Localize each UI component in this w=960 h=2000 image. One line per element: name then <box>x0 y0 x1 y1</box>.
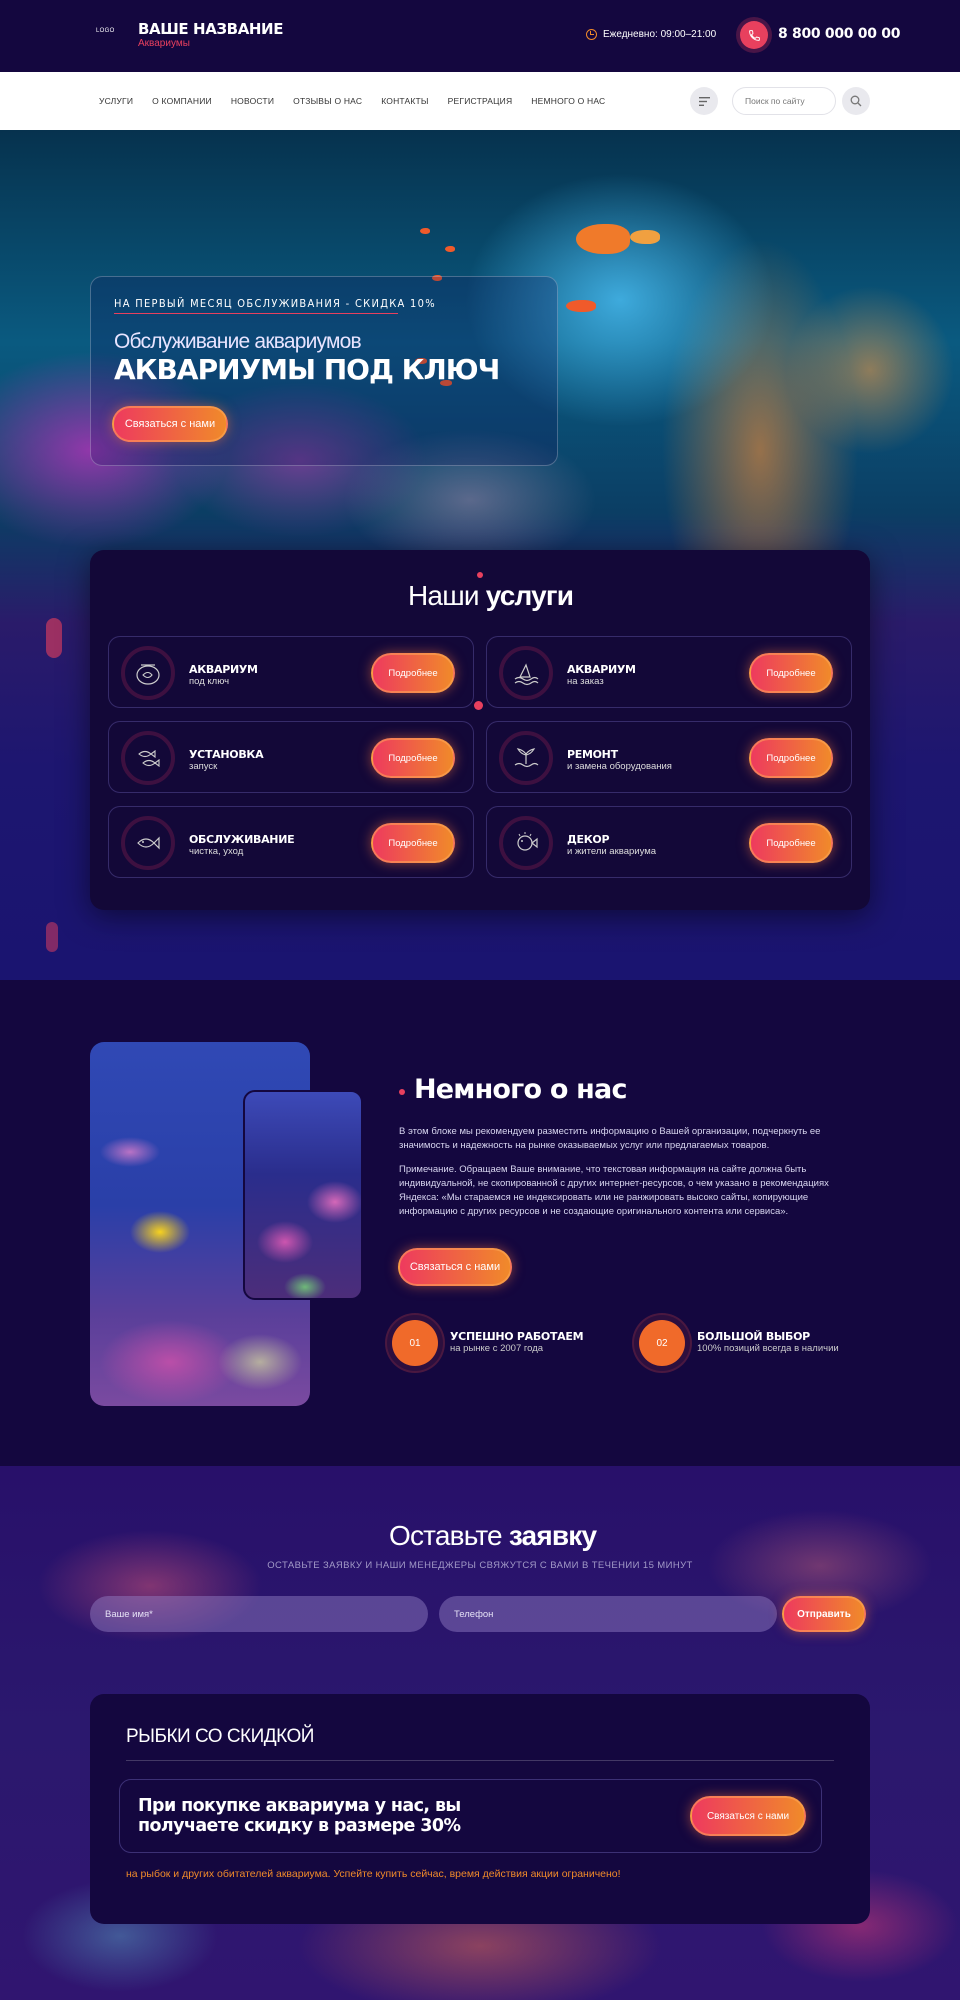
apply-subtitle: Оставьте заявку и наши менеджеры свяжутс… <box>267 1560 693 1571</box>
service-card[interactable]: АКВАРИУМ на заказ Подробнее <box>486 636 852 708</box>
nav-item-news[interactable]: Новости <box>231 96 274 106</box>
logo[interactable]: LOGO <box>96 28 120 34</box>
services-title: Наши услуги <box>408 580 574 612</box>
small-fish-decor <box>420 228 430 234</box>
small-fish-decor <box>566 300 596 312</box>
about-title: Немного о нас <box>414 1074 627 1105</box>
discount-title: РЫБКИ СО СКИДКОЙ <box>126 1726 314 1747</box>
whale-tail-icon <box>499 731 553 785</box>
discount-text: При покупке аквариума у нас, вы получает… <box>138 1796 461 1836</box>
divider <box>126 1760 834 1761</box>
clownfish-decor <box>576 224 630 254</box>
hero-promo: НА ПЕРВЫЙ МЕСЯЦ ОБСЛУЖИВАНИЯ - СКИДКА 10… <box>114 297 436 310</box>
nav-item-registration[interactable]: Регистрация <box>448 96 513 106</box>
search-icon[interactable] <box>842 87 870 115</box>
service-details-button[interactable]: Подробнее <box>371 823 455 863</box>
service-name: АКВАРИУМ <box>567 663 636 676</box>
service-name: РЕМОНТ <box>567 748 618 761</box>
site-subtitle: Аквариумы <box>138 38 190 49</box>
hero-title: АКВАРИУМЫ ПОД КЛЮЧ <box>114 353 500 386</box>
working-hours-text: Ежедневно: 09:00–21:00 <box>603 29 717 40</box>
stat-name: БОЛЬШОЙ ВЫБОР <box>697 1330 810 1343</box>
service-name: ДЕКОР <box>567 833 610 846</box>
discount-contact-button[interactable]: Связаться с нами <box>690 1796 806 1836</box>
fishes-icon <box>121 731 175 785</box>
decor-blob <box>46 922 58 952</box>
puffer-fish-icon <box>499 816 553 870</box>
service-details-button[interactable]: Подробнее <box>749 823 833 863</box>
about-paragraph-1: В этом блоке мы рекомендуем разместить и… <box>399 1126 821 1151</box>
nav-item-about-us[interactable]: Немного о нас <box>531 96 605 106</box>
phone-number[interactable]: 8 800 000 00 00 <box>778 26 900 42</box>
nav-item-about-company[interactable]: О компании <box>152 96 212 106</box>
service-desc: и жители аквариума <box>567 846 657 857</box>
service-desc: и замена оборудования <box>567 761 672 772</box>
service-desc: запуск <box>189 761 218 772</box>
phone-icon[interactable] <box>740 21 768 49</box>
service-details-button[interactable]: Подробнее <box>749 653 833 693</box>
services-title-bold: услуги <box>485 580 574 611</box>
accent-dot <box>477 572 483 578</box>
top-header: LOGO ВАШЕ НАЗВАНИЕ Аквариумы Ежедневно: … <box>0 0 960 72</box>
small-fish-decor <box>445 246 455 252</box>
submit-button[interactable]: Отправить <box>782 1596 866 1632</box>
accent-dot <box>474 701 483 710</box>
stat-name: УСПЕШНО РАБОТАЕМ <box>450 1330 584 1343</box>
service-desc: чистка, уход <box>189 846 244 857</box>
stat-desc: на рынке с 2007 года <box>450 1343 544 1354</box>
fish-icon <box>121 816 175 870</box>
service-desc: под ключ <box>189 676 230 687</box>
service-details-button[interactable]: Подробнее <box>371 738 455 778</box>
service-card[interactable]: АКВАРИУМ под ключ Подробнее <box>108 636 474 708</box>
service-card[interactable]: ДЕКОР и жители аквариума Подробнее <box>486 806 852 878</box>
about-contact-button[interactable]: Связаться с нами <box>398 1248 512 1286</box>
service-card[interactable]: ОБСЛУЖИВАНИЕ чистка, уход Подробнее <box>108 806 474 878</box>
nav-menu: Услуги О компании Новости Отзывы о нас К… <box>99 72 605 130</box>
hero-subtitle: Обслуживание аквариумов <box>114 330 362 353</box>
service-name: ОБСЛУЖИВАНИЕ <box>189 833 295 846</box>
services-title-light: Наши <box>408 580 479 611</box>
filter-menu-icon[interactable] <box>690 87 718 115</box>
service-card[interactable]: РЕМОНТ и замена оборудования Подробнее <box>486 721 852 793</box>
working-hours: Ежедневно: 09:00–21:00 <box>586 29 716 40</box>
apply-title-light: Оставьте <box>389 1520 503 1551</box>
about-photo-small <box>243 1090 363 1300</box>
apply-title-bold: заявку <box>508 1520 597 1551</box>
discount-note: на рыбок и других обитателей аквариума. … <box>126 1868 621 1880</box>
service-details-button[interactable]: Подробнее <box>749 738 833 778</box>
phone-field[interactable] <box>439 1596 777 1632</box>
search-input[interactable] <box>732 87 836 115</box>
service-name: УСТАНОВКА <box>189 748 264 761</box>
shark-icon <box>499 646 553 700</box>
site-title[interactable]: ВАШЕ НАЗВАНИЕ <box>138 20 283 38</box>
hero-contact-button[interactable]: Связаться с нами <box>112 406 228 442</box>
accent-dot <box>399 1089 405 1095</box>
decor-blob <box>46 618 62 658</box>
service-desc: на заказ <box>567 676 604 687</box>
nav-item-services[interactable]: Услуги <box>99 96 133 106</box>
apply-title: Оставьте заявку <box>389 1520 597 1552</box>
clock-icon <box>586 29 597 40</box>
about-paragraph-2: Примечание. Обращаем Ваше внимание, что … <box>399 1164 829 1217</box>
nav-item-reviews[interactable]: Отзывы о нас <box>293 96 362 106</box>
service-card[interactable]: УСТАНОВКА запуск Подробнее <box>108 721 474 793</box>
stat-badge: 02 <box>639 1320 685 1366</box>
nav-item-contacts[interactable]: Контакты <box>381 96 428 106</box>
stat-badge: 01 <box>392 1320 438 1366</box>
service-name: АКВАРИУМ <box>189 663 258 676</box>
stat-desc: 100% позиций всегда в наличии <box>697 1343 839 1354</box>
fishbowl-icon <box>121 646 175 700</box>
promo-underline <box>114 313 398 314</box>
service-details-button[interactable]: Подробнее <box>371 653 455 693</box>
name-field[interactable] <box>90 1596 428 1632</box>
clownfish-tail-decor <box>630 230 660 244</box>
